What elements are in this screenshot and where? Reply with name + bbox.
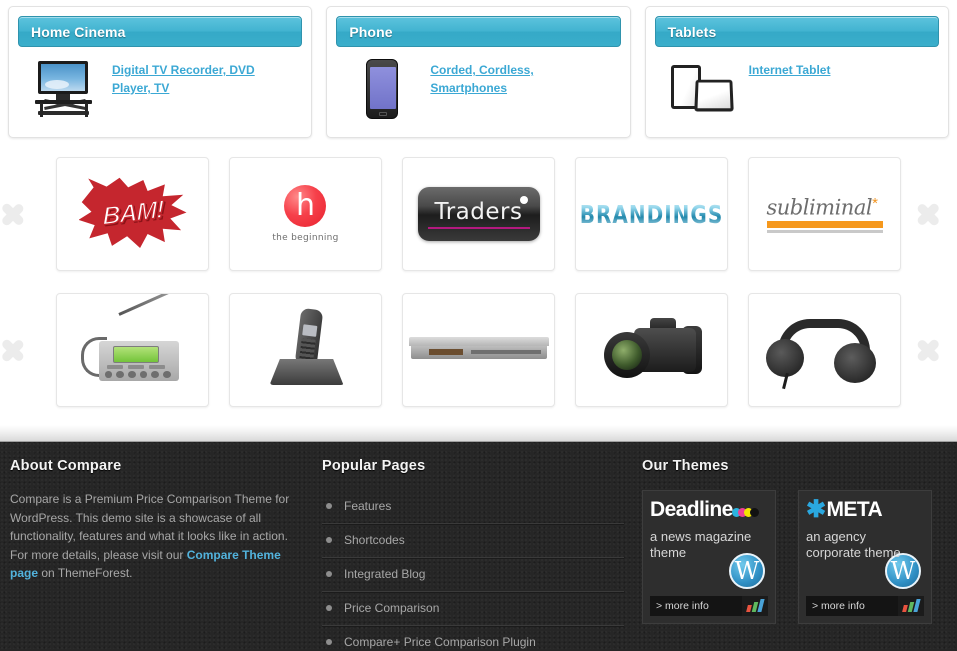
brand-logo-h-beginning[interactable]: the beginning [229, 157, 382, 271]
product-headphones[interactable] [748, 293, 901, 407]
theme-banner-meta[interactable]: ✱ META an agency corporate theme W > mor… [798, 490, 932, 624]
tablets-icon [669, 59, 734, 121]
more-info-button[interactable]: > more info [650, 596, 742, 616]
cordless-phone-image [264, 307, 348, 391]
themify-bars-icon [742, 596, 768, 616]
banner-title-row: ✱ META [806, 498, 924, 522]
list-item[interactable]: Features [322, 490, 624, 524]
footer-heading-about: About Compare [10, 458, 122, 474]
portable-radio-image [73, 294, 193, 385]
banner-footer: > more info [650, 596, 768, 616]
dvd-player-image [408, 337, 549, 363]
footer-heading-popular-pages: Popular Pages [322, 458, 426, 474]
product-dvd-player[interactable] [402, 293, 555, 407]
list-item[interactable]: Price Comparison [322, 592, 624, 626]
product-carousel [0, 288, 957, 412]
subliminal-logo-icon: subliminal* [766, 195, 883, 233]
category-card-home-cinema[interactable]: Home Cinema Digital TV Recorder, DVD Pla… [8, 6, 313, 138]
traders-logo-icon: Traders [417, 187, 540, 241]
popular-page-link[interactable]: Integrated Blog [344, 567, 425, 581]
brand-label: subliminal [766, 195, 873, 220]
brand-logo-brandings[interactable]: BRANDINGS [575, 157, 728, 271]
more-info-button[interactable]: > more info [806, 596, 898, 616]
category-title: Home Cinema [31, 23, 126, 40]
brand-logo-subliminal[interactable]: subliminal* [748, 157, 901, 271]
brand-carousel: BAM! the beginning Traders BRANDINGS sub… [0, 152, 957, 276]
brand-carousel-next-button[interactable] [901, 179, 953, 249]
chevron-right-icon [915, 331, 941, 369]
product-carousel-next-button[interactable] [901, 315, 953, 385]
brand-logo-bam[interactable]: BAM! [56, 157, 209, 271]
brand-tagline: the beginning [272, 233, 339, 243]
list-item[interactable]: Integrated Blog [322, 558, 624, 592]
product-slides [56, 293, 901, 407]
popular-page-link[interactable]: Shortcodes [344, 533, 405, 547]
footer: About Compare Compare is a Premium Price… [0, 442, 957, 651]
category-links[interactable]: Digital TV Recorder, DVD Player, TV [112, 59, 272, 121]
headphones-image [760, 315, 890, 390]
product-dslr-camera[interactable] [575, 293, 728, 407]
category-links[interactable]: Corded, Cordless, Smartphones [430, 59, 590, 121]
category-header: Tablets [654, 16, 939, 47]
popular-pages-list: Features Shortcodes Integrated Blog Pric… [322, 490, 624, 651]
footer-heading-our-themes: Our Themes [642, 458, 729, 474]
themify-bars-icon [898, 596, 924, 616]
category-card-tablets[interactable]: Tablets Internet Tablet [644, 6, 949, 138]
category-title: Tablets [667, 23, 717, 40]
chevron-left-icon [0, 331, 41, 369]
footer-column-popular-pages: Popular Pages Features Shortcodes Integr… [322, 458, 642, 651]
list-item[interactable]: Shortcodes [322, 524, 624, 558]
product-cordless-phone[interactable] [229, 293, 382, 407]
about-text-after: on ThemeForest. [38, 566, 133, 580]
popular-page-link[interactable]: Features [344, 499, 391, 513]
chevron-right-icon [915, 195, 941, 233]
product-portable-radio[interactable] [56, 293, 209, 407]
category-title: Phone [349, 23, 393, 40]
banner-subtitle: a news magazine theme [650, 529, 752, 560]
banner-footer: > more info [806, 596, 924, 616]
product-carousel-prev-button[interactable] [0, 315, 56, 385]
category-cards-row: Home Cinema Digital TV Recorder, DVD Pla… [0, 0, 957, 138]
footer-column-our-themes: Our Themes Deadline a news magazine them… [642, 458, 947, 651]
h-logo-icon: the beginning [272, 185, 338, 243]
chevron-left-icon [0, 195, 41, 233]
category-body: Corded, Cordless, Smartphones [336, 59, 620, 121]
brand-label: Traders [434, 199, 523, 225]
brand-slides: BAM! the beginning Traders BRANDINGS sub… [56, 157, 901, 271]
cmyk-dots-icon [731, 507, 759, 517]
popular-page-link[interactable]: Compare+ Price Comparison Plugin [344, 635, 536, 649]
smartphone-icon [350, 59, 414, 121]
category-header: Phone [336, 16, 621, 47]
brand-logo-traders[interactable]: Traders [402, 157, 555, 271]
about-text: Compare is a Premium Price Comparison Th… [10, 490, 308, 583]
brand-carousel-prev-button[interactable] [0, 179, 56, 249]
footer-column-about: About Compare Compare is a Premium Price… [10, 458, 322, 651]
banner-title: META [826, 498, 883, 521]
banner-subtitle: an agency corporate theme [806, 529, 901, 560]
dslr-camera-image [598, 314, 706, 386]
category-card-phone[interactable]: Phone Corded, Cordless, Smartphones [326, 6, 631, 138]
category-links[interactable]: Internet Tablet [749, 59, 831, 121]
list-item[interactable]: Compare+ Price Comparison Plugin [322, 626, 624, 651]
theme-banner-deadline[interactable]: Deadline a news magazine theme W > more … [642, 490, 776, 624]
category-body: Internet Tablet [655, 59, 939, 121]
category-header: Home Cinema [18, 16, 303, 47]
section-divider [0, 425, 957, 442]
theme-banners: Deadline a news magazine theme W > more … [642, 490, 947, 624]
banner-title: Deadline [650, 498, 733, 521]
asterisk-icon: ✱ [806, 496, 826, 523]
popular-page-link[interactable]: Price Comparison [344, 601, 439, 615]
tv-icon [32, 59, 96, 121]
brand-label: BRANDINGS [579, 199, 724, 229]
category-body: Digital TV Recorder, DVD Player, TV [18, 59, 302, 121]
brand-star: * [872, 195, 878, 213]
banner-title-row: Deadline [650, 498, 768, 522]
bam-logo-icon: BAM! [78, 177, 187, 251]
